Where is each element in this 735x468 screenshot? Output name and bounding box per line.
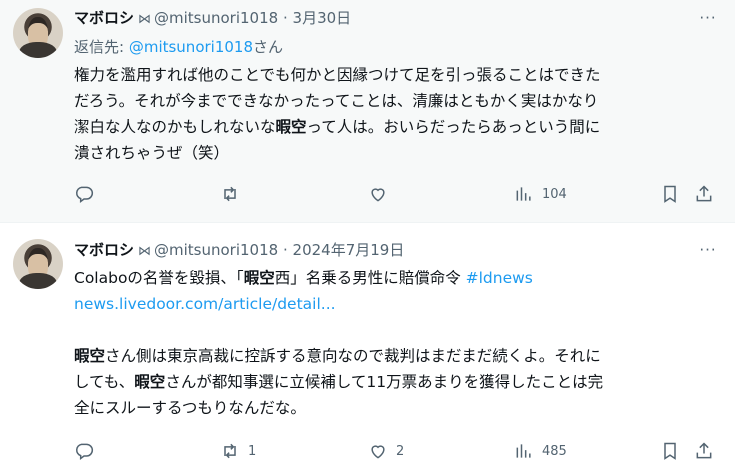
views-icon (516, 444, 531, 458)
share-icon (696, 185, 712, 202)
views-icon (516, 187, 531, 201)
bookmark-icon (664, 185, 676, 203)
bookmark-icon (664, 442, 676, 460)
tweet-actions: 1 2 485 (74, 439, 719, 463)
text-line: しても、暇空さんが都知事選に立候補して11万票あまりを獲得したことは完 (74, 373, 604, 391)
text-line: だろう。それが今までできなかったってことは、清廉はともかく実はかなり (74, 92, 599, 110)
more-icon[interactable]: ··· (697, 240, 719, 260)
retweet-count: 1 (248, 443, 257, 459)
reply-prefix: 返信先: (74, 38, 129, 56)
bowtie-icon: ⋈ (138, 12, 152, 27)
retweet-icon (224, 186, 236, 202)
views-count: 485 (542, 443, 567, 459)
reply-button[interactable] (74, 439, 102, 463)
like-button[interactable] (368, 182, 396, 206)
tweet-text-paragraph: 暇空さん側は東京高裁に控訴する意向なので裁判はまだまだ続くよ。それに しても、暇… (74, 343, 719, 421)
author-handle[interactable]: @mitsunori1018 (154, 9, 278, 27)
like-button[interactable]: 2 (368, 439, 404, 463)
text-line: 潰されちゃうぜ（笑） (74, 144, 230, 162)
highlight: 暇空 (134, 373, 166, 391)
reply-suffix: さん (253, 38, 284, 56)
text-line: 潔白な人なのかもしれないな暇空って人は。おいらだったらあっという間に (74, 118, 601, 136)
heart-icon (371, 188, 385, 202)
tweet[interactable]: マボロシ ⋈ @mitsunori1018 · 2024年7月19日 ··· Col… (0, 223, 735, 468)
more-icon[interactable]: ··· (697, 8, 719, 28)
url-link[interactable]: news.livedoor.com/article/detail... (74, 291, 719, 317)
bookmark-button[interactable] (660, 439, 680, 463)
separator: · (282, 9, 288, 27)
text-line: Colaboの名誉を毀損、「暇空西」名乗る男性に賠償命令 #ldnews (74, 269, 533, 287)
share-button[interactable] (694, 439, 714, 463)
share-icon (696, 442, 712, 459)
author-name[interactable]: マボロシ (74, 241, 134, 259)
reply-handle-link[interactable]: @mitsunori1018 (129, 38, 253, 56)
highlight: 暇空 (74, 347, 106, 365)
views-button[interactable]: 485 (514, 439, 567, 463)
reply-icon (76, 443, 94, 460)
highlight: 暇空 (275, 118, 307, 136)
tweet-actions: 104 (74, 182, 719, 206)
bowtie-icon: ⋈ (138, 244, 152, 259)
tweet-header: マボロシ ⋈ @mitsunori1018 · 3月30日 (74, 7, 351, 28)
views-count: 104 (542, 186, 567, 202)
avatar[interactable] (13, 239, 63, 289)
tweet-header: マボロシ ⋈ @mitsunori1018 · 2024年7月19日 (74, 239, 404, 260)
author-handle[interactable]: @mitsunori1018 (154, 241, 278, 259)
reply-button[interactable] (74, 182, 102, 206)
bookmark-button[interactable] (660, 182, 680, 206)
views-button[interactable]: 104 (514, 182, 567, 206)
retweet-icon (224, 443, 236, 459)
hashtag-link[interactable]: #ldnews (466, 269, 533, 287)
tweet-reply[interactable]: マボロシ ⋈ @mitsunori1018 · 3月30日 ··· 返信先: @mi… (0, 0, 735, 223)
retweet-button[interactable] (220, 182, 248, 206)
highlight: 暇空 (243, 269, 275, 287)
author-name[interactable]: マボロシ (74, 9, 134, 27)
timestamp[interactable]: 3月30日 (293, 9, 352, 27)
reply-context: 返信先: @mitsunori1018さん (74, 36, 283, 57)
reply-icon (76, 186, 94, 203)
timestamp[interactable]: 2024年7月19日 (293, 241, 405, 259)
text-line: 権力を濫用すれば他のことでも何かと因縁つけて足を引っ張ることはできた (74, 66, 601, 84)
avatar[interactable] (13, 8, 63, 58)
retweet-button[interactable]: 1 (220, 439, 256, 463)
share-button[interactable] (694, 182, 714, 206)
text-line: 暇空さん側は東京高裁に控訴する意向なので裁判はまだまだ続くよ。それに (74, 347, 601, 365)
heart-icon (371, 445, 385, 459)
text-line: 全にスルーするつもりなんだな。 (74, 399, 306, 417)
tweet-text: 権力を濫用すれば他のことでも何かと因縁つけて足を引っ張ることはできた だろう。そ… (74, 62, 719, 166)
tweet-text: Colaboの名誉を毀損、「暇空西」名乗る男性に賠償命令 #ldnews new… (74, 265, 719, 317)
like-count: 2 (396, 443, 405, 459)
separator: · (282, 241, 288, 259)
